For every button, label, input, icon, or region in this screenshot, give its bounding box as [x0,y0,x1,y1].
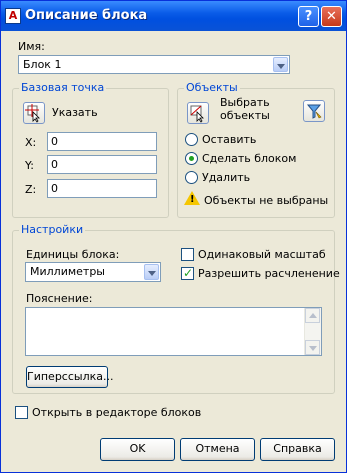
help-button[interactable]: Справка [260,438,335,461]
objects-group-title: Объекты [184,81,240,94]
base-point-group-title: Базовая точка [19,81,107,94]
chevron-down-icon[interactable] [273,57,288,72]
chevron-down-icon[interactable] [144,264,159,280]
help-title-button[interactable]: ? [298,6,319,27]
scroll-up-icon[interactable] [305,308,320,323]
allow-explode-label: Разрешить расчленение [198,267,340,280]
y-value: 0 [51,158,58,171]
block-definition-dialog: A Описание блока ? ✕ Имя: Блок 1 Базовая… [0,0,347,473]
name-value: Блок 1 [23,58,62,71]
close-title-button[interactable]: ✕ [321,6,342,27]
quick-select-button[interactable] [303,100,325,122]
pick-point-icon [25,104,40,123]
open-in-editor-label: Открыть в редакторе блоков [32,406,202,419]
delete-label: Удалить [202,171,251,184]
x-label: X: [25,136,37,149]
title-bar[interactable]: A Описание блока ? ✕ [1,1,346,31]
description-textarea[interactable] [25,307,322,356]
name-combobox[interactable]: Блок 1 [18,55,290,74]
settings-group-title: Настройки [19,223,86,236]
select-objects-label-2: объекты [220,109,270,122]
y-input[interactable]: 0 [47,155,157,174]
z-label: Z: [25,183,37,196]
open-in-editor-checkbox[interactable] [15,406,28,419]
z-input[interactable]: 0 [47,179,157,198]
ok-button[interactable]: OK [100,438,175,461]
x-value: 0 [51,135,58,148]
pick-point-button[interactable] [23,102,45,124]
select-objects-label-1: Выбрать [220,96,270,109]
retain-label: Оставить [202,133,257,146]
radio-retain[interactable] [185,133,198,146]
y-label: Y: [25,159,34,172]
uniform-scale-label: Одинаковый масштаб [198,248,326,261]
units-combobox[interactable]: Миллиметры [25,262,161,282]
radio-convert-to-block[interactable] [185,152,198,165]
filter-funnel-icon [306,104,322,119]
select-objects-button[interactable] [187,102,209,124]
window-title: Описание блока [25,8,148,23]
checkmark-icon: ✓ [183,266,194,280]
x-input[interactable]: 0 [47,132,157,151]
uniform-scale-checkbox[interactable] [181,248,194,261]
description-label: Пояснение: [26,292,93,305]
scroll-down-icon[interactable] [305,340,320,355]
allow-explode-checkbox[interactable]: ✓ [181,266,194,280]
warning-text: Объекты не выбраны [204,194,329,207]
pick-point-label: Указать [52,106,98,119]
units-label: Единицы блока: [26,248,120,261]
hyperlink-button[interactable]: Гиперссылка... [26,366,114,388]
convert-to-block-label: Сделать блоком [202,152,297,165]
description-scrollbar[interactable] [304,308,321,355]
select-objects-icon [190,105,204,123]
autocad-app-icon: A [5,8,21,24]
warning-exclamation: ! [190,194,195,205]
name-label: Имя: [18,40,45,53]
radio-delete[interactable] [185,171,198,184]
z-value: 0 [51,182,58,195]
units-value: Миллиметры [30,265,105,278]
cancel-button[interactable]: Отмена [180,438,255,461]
